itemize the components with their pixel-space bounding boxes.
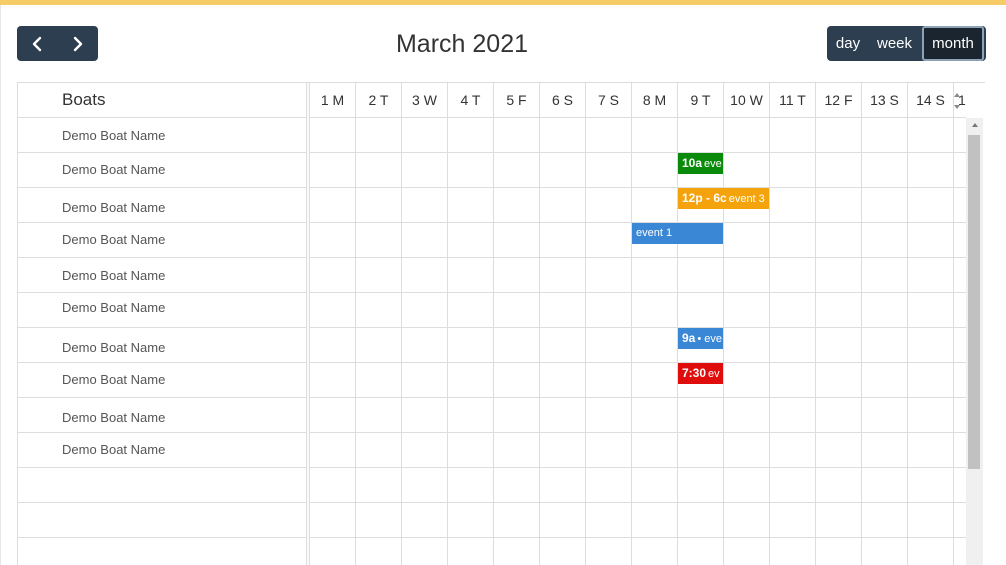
day-view-button[interactable]: day xyxy=(827,26,869,61)
grid-row[interactable] xyxy=(310,503,968,538)
grid-row[interactable] xyxy=(310,118,968,153)
grid-column-line xyxy=(769,118,770,565)
grid-column-line xyxy=(401,118,402,565)
resource-row: Demo Boat Name xyxy=(18,223,307,258)
day-header-cell: 11 T xyxy=(770,83,816,118)
accent-top-bar xyxy=(0,0,1006,5)
event-time: 12p - 6c xyxy=(682,191,727,205)
timeline-calendar: Boats Demo Boat Name Demo Boat Name Demo B… xyxy=(17,82,985,565)
resource-label: Demo Boat Name xyxy=(62,442,166,457)
calendar-event[interactable]: 7:30 ev xyxy=(678,363,723,384)
resource-row: Demo Boat Name xyxy=(18,363,307,398)
event-title: ev xyxy=(708,368,720,380)
resource-label: Demo Boat Name xyxy=(62,268,166,283)
resource-label: Demo Boat Name xyxy=(62,232,166,247)
prev-button[interactable] xyxy=(17,26,58,61)
resource-header-label: Boats xyxy=(62,90,106,109)
day-header-cell: 10 W xyxy=(724,83,770,118)
grid-column-line xyxy=(861,118,862,565)
view-switcher: day week month xyxy=(827,26,986,61)
scroll-up-icon[interactable] xyxy=(966,121,983,133)
resource-row: Demo Boat Name xyxy=(18,433,307,468)
grid-column-line xyxy=(447,118,448,565)
grid-row[interactable] xyxy=(310,258,968,293)
nav-button-group xyxy=(17,26,98,61)
day-header-cell: 6 S xyxy=(540,83,586,118)
resource-list: Demo Boat Name Demo Boat Name Demo Boat Na… xyxy=(18,118,307,565)
event-time: 10a xyxy=(682,156,703,170)
day-header-cell: 14 S xyxy=(908,83,954,118)
grid-column-line xyxy=(723,118,724,565)
event-time: 7:30 xyxy=(682,366,707,380)
resource-row: Demo Boat Name xyxy=(18,188,307,223)
grid-column-line xyxy=(585,118,586,565)
event-title: event 3 xyxy=(728,193,765,205)
resource-row: Demo Boat Name xyxy=(18,398,307,433)
resource-row: Demo Boat Name xyxy=(18,258,307,293)
chevron-left-icon xyxy=(31,36,43,52)
grid-row[interactable] xyxy=(310,293,968,328)
calendar-event[interactable]: 9a • eve xyxy=(678,328,723,349)
resource-row: Demo Boat Name xyxy=(18,293,307,328)
grid-column-line xyxy=(539,118,540,565)
grid-row[interactable] xyxy=(310,538,968,565)
grid-column-line xyxy=(493,118,494,565)
resource-column-header: Boats xyxy=(18,83,307,118)
resource-label: Demo Boat Name xyxy=(62,372,166,387)
grid-column-line xyxy=(815,118,816,565)
left-border xyxy=(0,5,1,565)
event-time: 9a xyxy=(682,331,696,345)
calendar-event[interactable]: 12p - 6c event 3 xyxy=(678,188,769,209)
grid-row[interactable] xyxy=(310,433,968,468)
resource-label: Demo Boat Name xyxy=(62,162,166,177)
grid-row[interactable] xyxy=(310,153,968,188)
day-header-cell: 13 S xyxy=(862,83,908,118)
grid-row[interactable] xyxy=(310,398,968,433)
month-view-button[interactable]: month xyxy=(922,26,984,61)
week-view-button[interactable]: week xyxy=(869,26,920,61)
event-title: • eve xyxy=(697,333,723,345)
grid-column-line xyxy=(631,118,632,565)
calendar-title: March 2021 xyxy=(395,30,529,58)
resource-label: Demo Boat Name xyxy=(62,340,166,355)
grid-row[interactable] xyxy=(310,188,968,223)
calendar-event[interactable]: 10a eve xyxy=(678,153,723,174)
grid-column-line xyxy=(953,118,954,565)
day-header-cell: 9 T xyxy=(678,83,724,118)
resource-row xyxy=(18,538,307,565)
resource-row: Demo Boat Name xyxy=(18,118,307,153)
scrollbar-thumb[interactable] xyxy=(968,135,980,469)
resource-label: Demo Boat Name xyxy=(62,200,166,215)
next-button[interactable] xyxy=(58,26,99,61)
resource-row: Demo Boat Name xyxy=(18,153,307,188)
day-header-cell: 8 M xyxy=(632,83,678,118)
day-header-cell: 2 T xyxy=(356,83,402,118)
resource-label: Demo Boat Name xyxy=(62,128,166,143)
day-header-cell: 12 F xyxy=(816,83,862,118)
grid-column-line xyxy=(907,118,908,565)
resource-label: Demo Boat Name xyxy=(62,300,166,315)
resource-row xyxy=(18,468,307,503)
resource-row xyxy=(18,503,307,538)
resource-row: Demo Boat Name xyxy=(18,328,307,363)
vertical-scrollbar[interactable] xyxy=(966,118,983,565)
calendar-event[interactable]: event 1 xyxy=(632,223,723,244)
grid-row[interactable] xyxy=(310,363,968,398)
grid-column-line xyxy=(355,118,356,565)
header-scroll-arrows[interactable] xyxy=(951,87,963,113)
chevron-right-icon xyxy=(72,36,84,52)
event-title: event 1 xyxy=(636,227,673,239)
grid-row[interactable] xyxy=(310,468,968,503)
day-header-cell: 3 W xyxy=(402,83,448,118)
day-header-cell: 7 S xyxy=(586,83,632,118)
event-title: eve xyxy=(704,158,722,170)
day-header-cell: 1 M xyxy=(310,83,356,118)
day-header-cell: 4 T xyxy=(448,83,494,118)
grid-row[interactable] xyxy=(310,328,968,363)
day-header-cell: 5 F xyxy=(494,83,540,118)
resource-label: Demo Boat Name xyxy=(62,410,166,425)
